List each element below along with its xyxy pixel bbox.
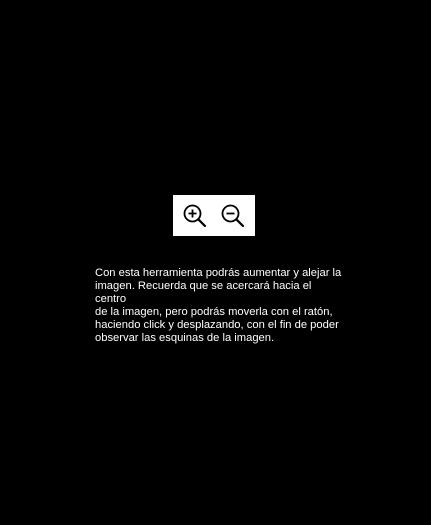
zoom-out-icon <box>221 204 245 227</box>
zoom-help-text: Con esta herramienta podrás aumentar y a… <box>95 267 342 344</box>
zoom-out-button[interactable] <box>219 202 247 230</box>
zoom-in-button[interactable] <box>181 202 209 230</box>
zoom-toolbar <box>173 195 255 236</box>
zoom-in-icon <box>183 204 207 227</box>
help-panel: Con esta herramienta podrás aumentar y a… <box>0 0 431 525</box>
